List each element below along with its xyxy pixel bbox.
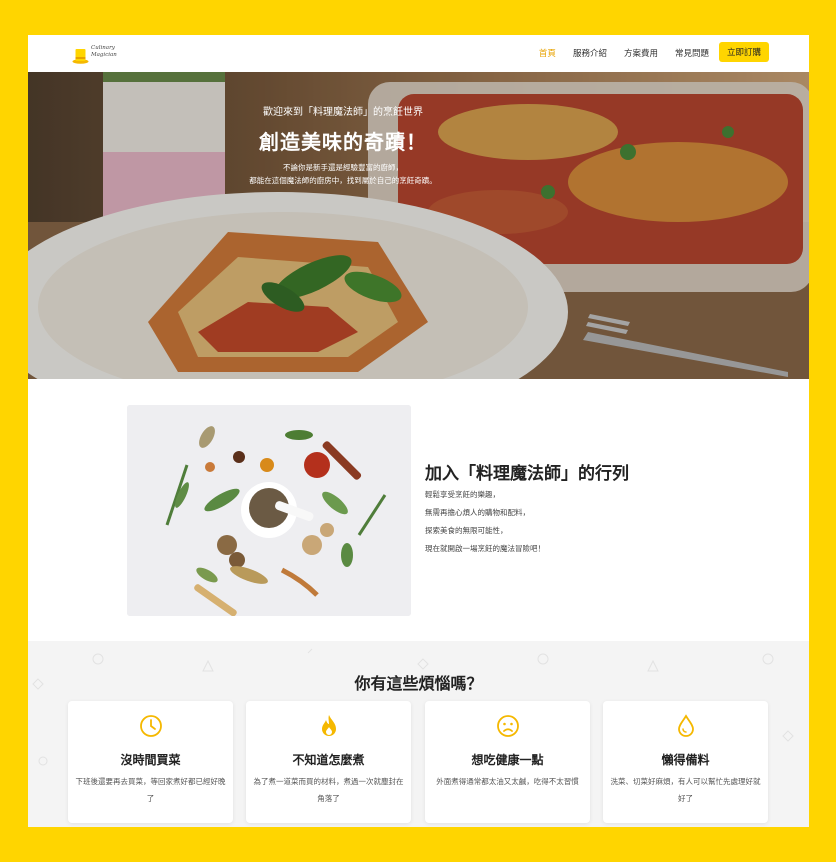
navbar: Culinary Magician 首頁 服務介紹 方案費用 常見問題 立即訂購 xyxy=(28,35,809,72)
join-line: 無需再擔心煩人的購物和配料， xyxy=(425,508,530,517)
worries-title: 你有這些煩惱嗎？ xyxy=(354,674,483,693)
hero-subtitle-line2: 都能在這個魔法師的廚房中，找到屬於自己的烹飪奇蹟。 xyxy=(249,176,437,185)
worry-card: 不知道怎麼煮 為了煮一道菜而買的材料，煮過一次就塵封在角落了 xyxy=(246,701,411,823)
join-description: 輕鬆享受烹飪的樂趣， 無需再擔心煩人的購物和配料， 探索美食的無限可能性， 現在… xyxy=(425,486,545,558)
worry-card-description: 為了煮一道菜而買的材料，煮過一次就塵封在角落了 xyxy=(253,777,404,803)
flame-icon xyxy=(322,715,336,736)
worry-card-title: 不知道怎麼煮 xyxy=(292,753,365,767)
hero-tagline: 歡迎來到「料理魔法師」的烹飪世界 xyxy=(263,107,423,118)
logo-text: Culinary Magician xyxy=(91,45,117,59)
order-now-button[interactable]: 立即訂購 xyxy=(718,42,769,62)
worry-card-description: 外面煮得通常都太油又太鹹，吃得不太習慣 xyxy=(436,777,579,786)
logo-text-line2: Magician xyxy=(91,52,117,58)
nav-item-faq[interactable]: 常見問題 xyxy=(675,48,709,60)
join-line: 現在就開啟一場烹飪的魔法冒險吧！ xyxy=(425,544,545,553)
hero-food-photo xyxy=(28,72,809,379)
drop-icon xyxy=(678,714,694,737)
worry-card-title: 想吃健康一點 xyxy=(471,753,544,767)
page-frame: Culinary Magician 首頁 服務介紹 方案費用 常見問題 立即訂購 xyxy=(28,35,809,827)
nav-item-home[interactable]: 首頁 xyxy=(539,48,556,60)
worry-card: 想吃健康一點 外面煮得通常都太油又太鹹，吃得不太習慣 xyxy=(425,701,590,823)
top-hat-icon xyxy=(72,49,89,64)
nav-item-services[interactable]: 服務介紹 xyxy=(573,48,607,60)
nav-item-pricing[interactable]: 方案費用 xyxy=(624,48,658,60)
spices-photo xyxy=(127,405,411,616)
worry-card: 懶得備料 洗菜、切菜好麻煩，有人可以幫忙先處理好就好了 xyxy=(603,701,768,823)
logo[interactable]: Culinary Magician xyxy=(72,44,132,66)
worry-card-description: 下班後還要再去買菜，等回家煮好都已經好晚了 xyxy=(75,777,226,803)
hero-subtitle-line1: 不論你是新手還是經驗豐富的廚師， xyxy=(283,163,403,172)
hero-title: 創造美味的奇蹟！ xyxy=(259,130,427,154)
worry-card-description: 洗菜、切菜好麻煩，有人可以幫忙先處理好就好了 xyxy=(610,777,761,803)
hero-subtitle: 不論你是新手還是經驗豐富的廚師， 都能在這個魔法師的廚房中，找到屬於自己的烹飪奇… xyxy=(28,161,658,187)
worry-card-title: 懶得備料 xyxy=(661,753,710,767)
join-title: 加入「料理魔法師」的行列 xyxy=(425,464,629,484)
hero-banner: 歡迎來到「料理魔法師」的烹飪世界 創造美味的奇蹟！ 不論你是新手還是經驗豐富的廚… xyxy=(28,72,809,379)
join-line: 輕鬆享受烹飪的樂趣， xyxy=(425,490,500,499)
worries-section: 你有這些煩惱嗎？ 沒時間買菜 下班後還要再去買菜，等回家煮好都已經好晚了 不知道… xyxy=(28,641,809,827)
worry-card-title: 沒時間買菜 xyxy=(120,753,181,767)
worry-card: 沒時間買菜 下班後還要再去買菜，等回家煮好都已經好晚了 xyxy=(68,701,233,823)
main-menu: 首頁 服務介紹 方案費用 常見問題 立即訂購 xyxy=(522,42,769,62)
join-line: 探索美食的無限可能性， xyxy=(425,526,508,535)
logo-text-line1: Culinary xyxy=(91,45,115,51)
clock-icon xyxy=(140,715,162,737)
sad-face-icon xyxy=(497,715,519,737)
spices-illustration xyxy=(127,405,411,616)
